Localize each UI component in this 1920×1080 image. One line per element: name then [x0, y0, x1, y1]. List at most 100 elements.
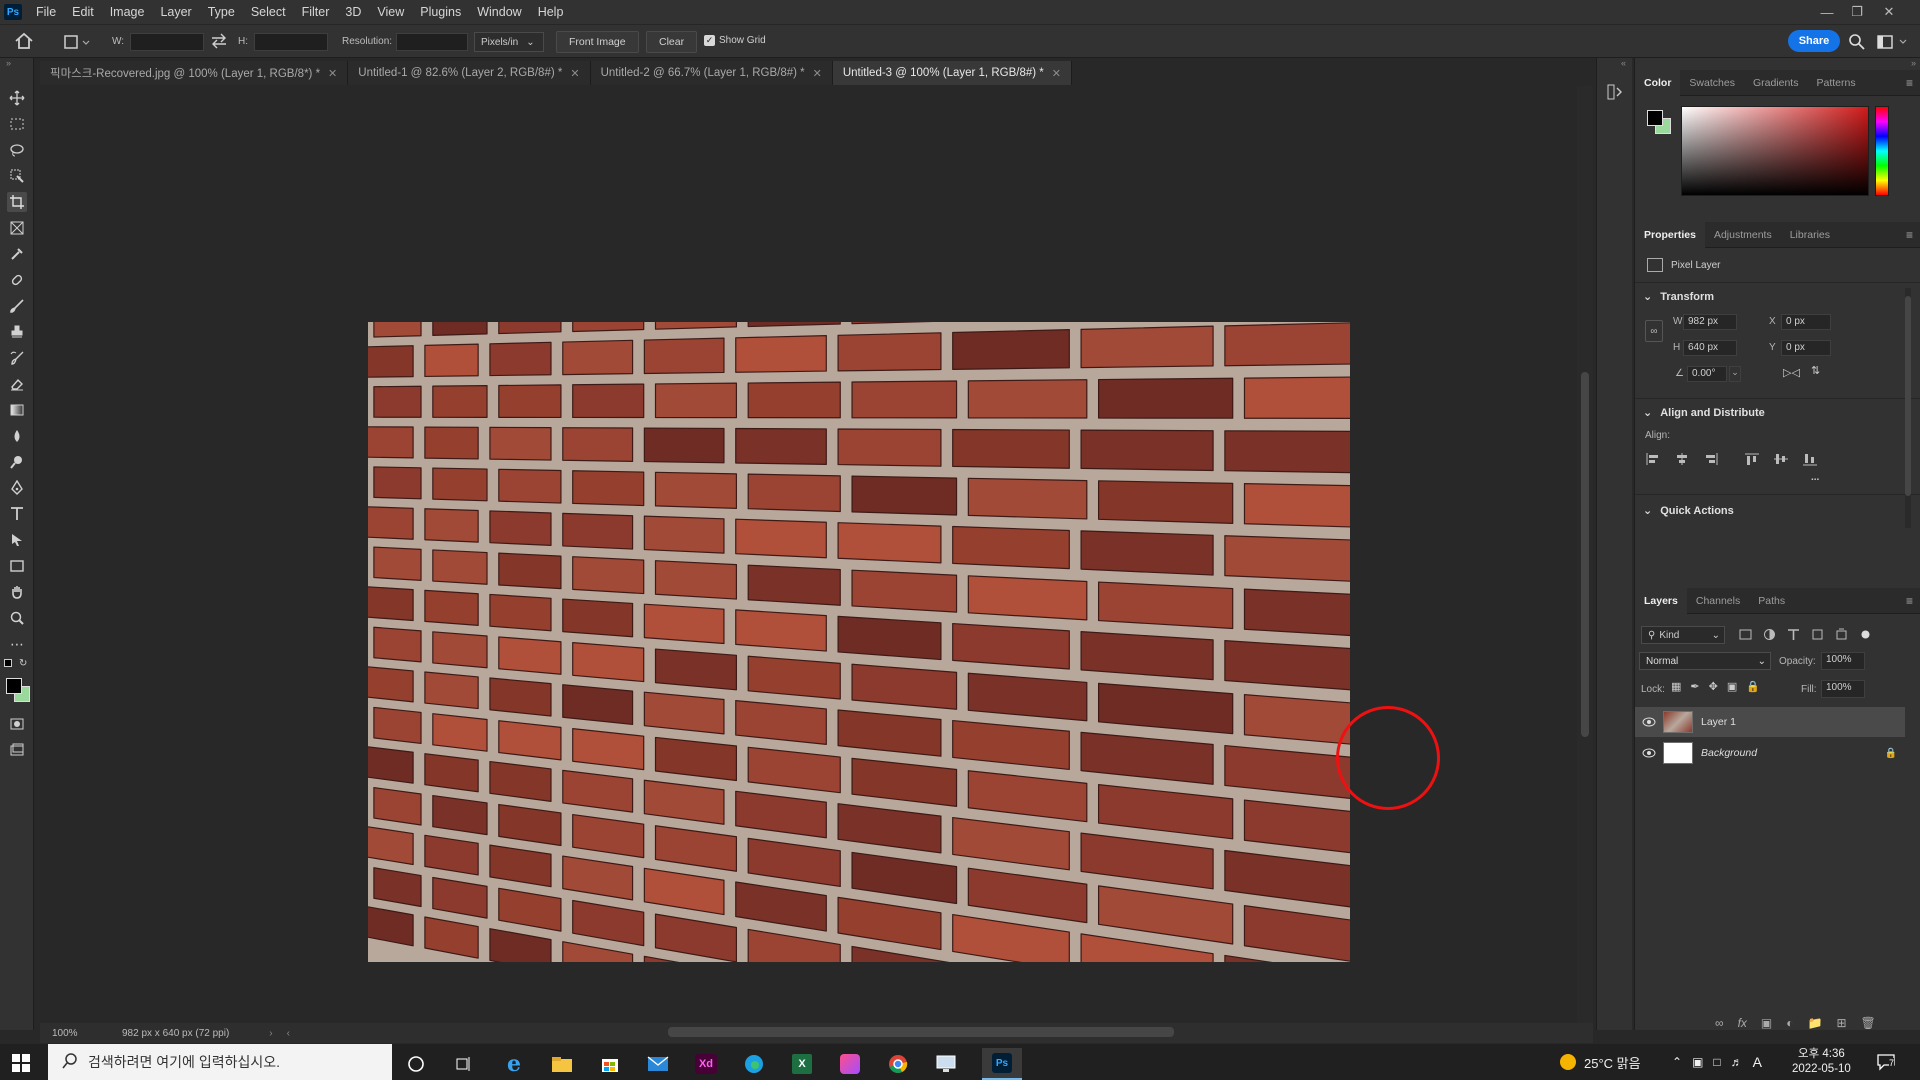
tab-patterns[interactable]: Patterns: [1807, 70, 1864, 96]
y-field[interactable]: 0 px: [1781, 340, 1831, 356]
object-selection-tool-icon[interactable]: [7, 166, 27, 186]
swap-icon[interactable]: [210, 33, 228, 52]
path-selection-tool-icon[interactable]: [7, 530, 27, 550]
align-top-icon[interactable]: [1744, 452, 1760, 466]
tab-color[interactable]: Color: [1635, 69, 1681, 96]
marquee-tool-icon[interactable]: [7, 114, 27, 134]
tab-properties[interactable]: Properties: [1635, 221, 1705, 248]
menu-window[interactable]: Window: [469, 0, 529, 24]
more-tools-icon[interactable]: ⋯: [7, 634, 27, 654]
internet-explorer-icon[interactable]: e: [494, 1048, 534, 1080]
home-icon[interactable]: [14, 32, 42, 52]
brick-wall-image[interactable]: [368, 322, 1350, 962]
link-layers-icon[interactable]: ∞: [1715, 1016, 1724, 1030]
color-field[interactable]: [1681, 106, 1869, 196]
lock-position-icon[interactable]: ✥: [1709, 680, 1718, 693]
cortana-icon[interactable]: [396, 1048, 436, 1080]
panel-menu-icon[interactable]: ≡: [1906, 76, 1913, 90]
collapse-icon[interactable]: «: [1621, 58, 1626, 68]
filter-toggle-icon[interactable]: [1859, 628, 1872, 641]
layer-filter-kind-select[interactable]: ⚲ Kind ⌄: [1641, 626, 1725, 644]
clear-button[interactable]: Clear: [646, 31, 698, 53]
chrome-icon[interactable]: [878, 1048, 918, 1080]
properties-scrollbar[interactable]: [1905, 288, 1911, 528]
menu-3d[interactable]: 3D: [337, 0, 369, 24]
adjustment-layer-icon[interactable]: ◐: [1786, 1016, 1793, 1030]
zoom-tool-icon[interactable]: [7, 608, 27, 628]
collapse-icon[interactable]: »: [1911, 58, 1916, 68]
panel-menu-icon[interactable]: ≡: [1906, 228, 1913, 242]
layer-name[interactable]: Background: [1701, 747, 1757, 759]
taskbar-search[interactable]: 검색하려면 여기에 입력하십시오.: [48, 1044, 392, 1080]
fx-icon[interactable]: fx: [1738, 1016, 1747, 1030]
smart-object-filter-icon[interactable]: [1835, 628, 1848, 641]
close-icon[interactable]: ✕: [813, 67, 822, 80]
color-swatches[interactable]: [1647, 110, 1673, 136]
link-icon[interactable]: ∞: [1645, 320, 1663, 342]
close-icon[interactable]: ✕: [1874, 0, 1904, 24]
blur-tool-icon[interactable]: [7, 426, 27, 446]
flip-vertical-icon[interactable]: ⇅: [1811, 364, 1820, 377]
tab-document-2[interactable]: Untitled-1 @ 82.6% (Layer 2, RGB/8#) * ✕: [348, 61, 591, 85]
brush-tool-icon[interactable]: [7, 296, 27, 316]
tab-document-3[interactable]: Untitled-2 @ 66.7% (Layer 1, RGB/8#) * ✕: [590, 61, 833, 85]
notification-center-icon[interactable]: 7: [1876, 1044, 1896, 1080]
tab-swatches[interactable]: Swatches: [1680, 70, 1744, 96]
hue-slider[interactable]: [1875, 106, 1889, 196]
align-bottom-icon[interactable]: [1802, 452, 1818, 466]
menu-select[interactable]: Select: [243, 0, 294, 24]
move-tool-icon[interactable]: [7, 88, 27, 108]
menu-plugins[interactable]: Plugins: [412, 0, 469, 24]
width-field[interactable]: 982 px: [1683, 314, 1737, 330]
layer-row-background[interactable]: Background 🔒: [1635, 738, 1905, 768]
excel-icon[interactable]: X: [782, 1048, 822, 1080]
edge-icon[interactable]: [734, 1048, 774, 1080]
tab-document-4[interactable]: Untitled-3 @ 100% (Layer 1, RGB/8#) * ✕: [832, 61, 1072, 85]
network-icon[interactable]: □: [1713, 1055, 1720, 1069]
crop-tool-icon[interactable]: [7, 192, 27, 212]
eyedropper-tool-icon[interactable]: [7, 244, 27, 264]
menu-layer[interactable]: Layer: [152, 0, 199, 24]
lock-paint-icon[interactable]: ✒: [1690, 680, 1699, 693]
tab-paths[interactable]: Paths: [1749, 588, 1794, 614]
frame-tool-icon[interactable]: [7, 218, 27, 238]
remote-desktop-icon[interactable]: [926, 1048, 966, 1080]
align-right-icon[interactable]: [1703, 452, 1719, 466]
close-icon[interactable]: ✕: [328, 67, 337, 80]
collapse-icon[interactable]: »: [6, 58, 11, 68]
type-tool-icon[interactable]: [7, 504, 27, 524]
windows-start-icon[interactable]: [12, 1054, 30, 1075]
add-mask-icon[interactable]: ▣: [1761, 1016, 1772, 1030]
tray-app-icon[interactable]: ▣: [1692, 1055, 1703, 1069]
align-section-header[interactable]: ⌄ Align and Distribute: [1643, 406, 1765, 420]
history-brush-tool-icon[interactable]: [7, 348, 27, 368]
height-field[interactable]: 640 px: [1683, 340, 1737, 356]
opacity-field[interactable]: 100%: [1821, 652, 1865, 670]
swap-colors-icon[interactable]: ↻: [19, 658, 27, 669]
crop-tool-preset-icon[interactable]: [62, 33, 92, 54]
flip-horizontal-icon[interactable]: ▷◁: [1783, 366, 1800, 379]
width-input[interactable]: [130, 33, 204, 51]
history-panel-icon[interactable]: [1605, 82, 1625, 105]
weather-widget[interactable]: 25°C 맑음: [1560, 1044, 1641, 1080]
align-middle-icon[interactable]: [1773, 452, 1789, 466]
creative-cloud-icon[interactable]: [830, 1048, 870, 1080]
x-field[interactable]: 0 px: [1781, 314, 1831, 330]
chevron-right-icon[interactable]: ›: [269, 1028, 272, 1039]
fill-field[interactable]: 100%: [1821, 680, 1865, 698]
hand-tool-icon[interactable]: [7, 582, 27, 602]
chevron-left-icon[interactable]: ‹: [287, 1028, 290, 1039]
search-icon[interactable]: [1848, 33, 1866, 54]
lock-all-icon[interactable]: 🔒: [1746, 680, 1760, 693]
new-group-icon[interactable]: 📁: [1808, 1016, 1823, 1030]
tab-document-1[interactable]: 픽마스크-Recovered.jpg @ 100% (Layer 1, RGB/…: [40, 61, 349, 85]
tab-libraries[interactable]: Libraries: [1781, 222, 1839, 248]
layer-name[interactable]: Layer 1: [1701, 716, 1736, 728]
share-button[interactable]: Share: [1788, 30, 1840, 52]
gradient-tool-icon[interactable]: [7, 400, 27, 420]
eraser-tool-icon[interactable]: [7, 374, 27, 394]
photoshop-taskbar-icon[interactable]: Ps: [982, 1048, 1022, 1080]
close-icon[interactable]: ✕: [1052, 67, 1061, 80]
resolution-input[interactable]: [396, 33, 468, 51]
layer-row-layer-1[interactable]: Layer 1: [1635, 707, 1905, 737]
